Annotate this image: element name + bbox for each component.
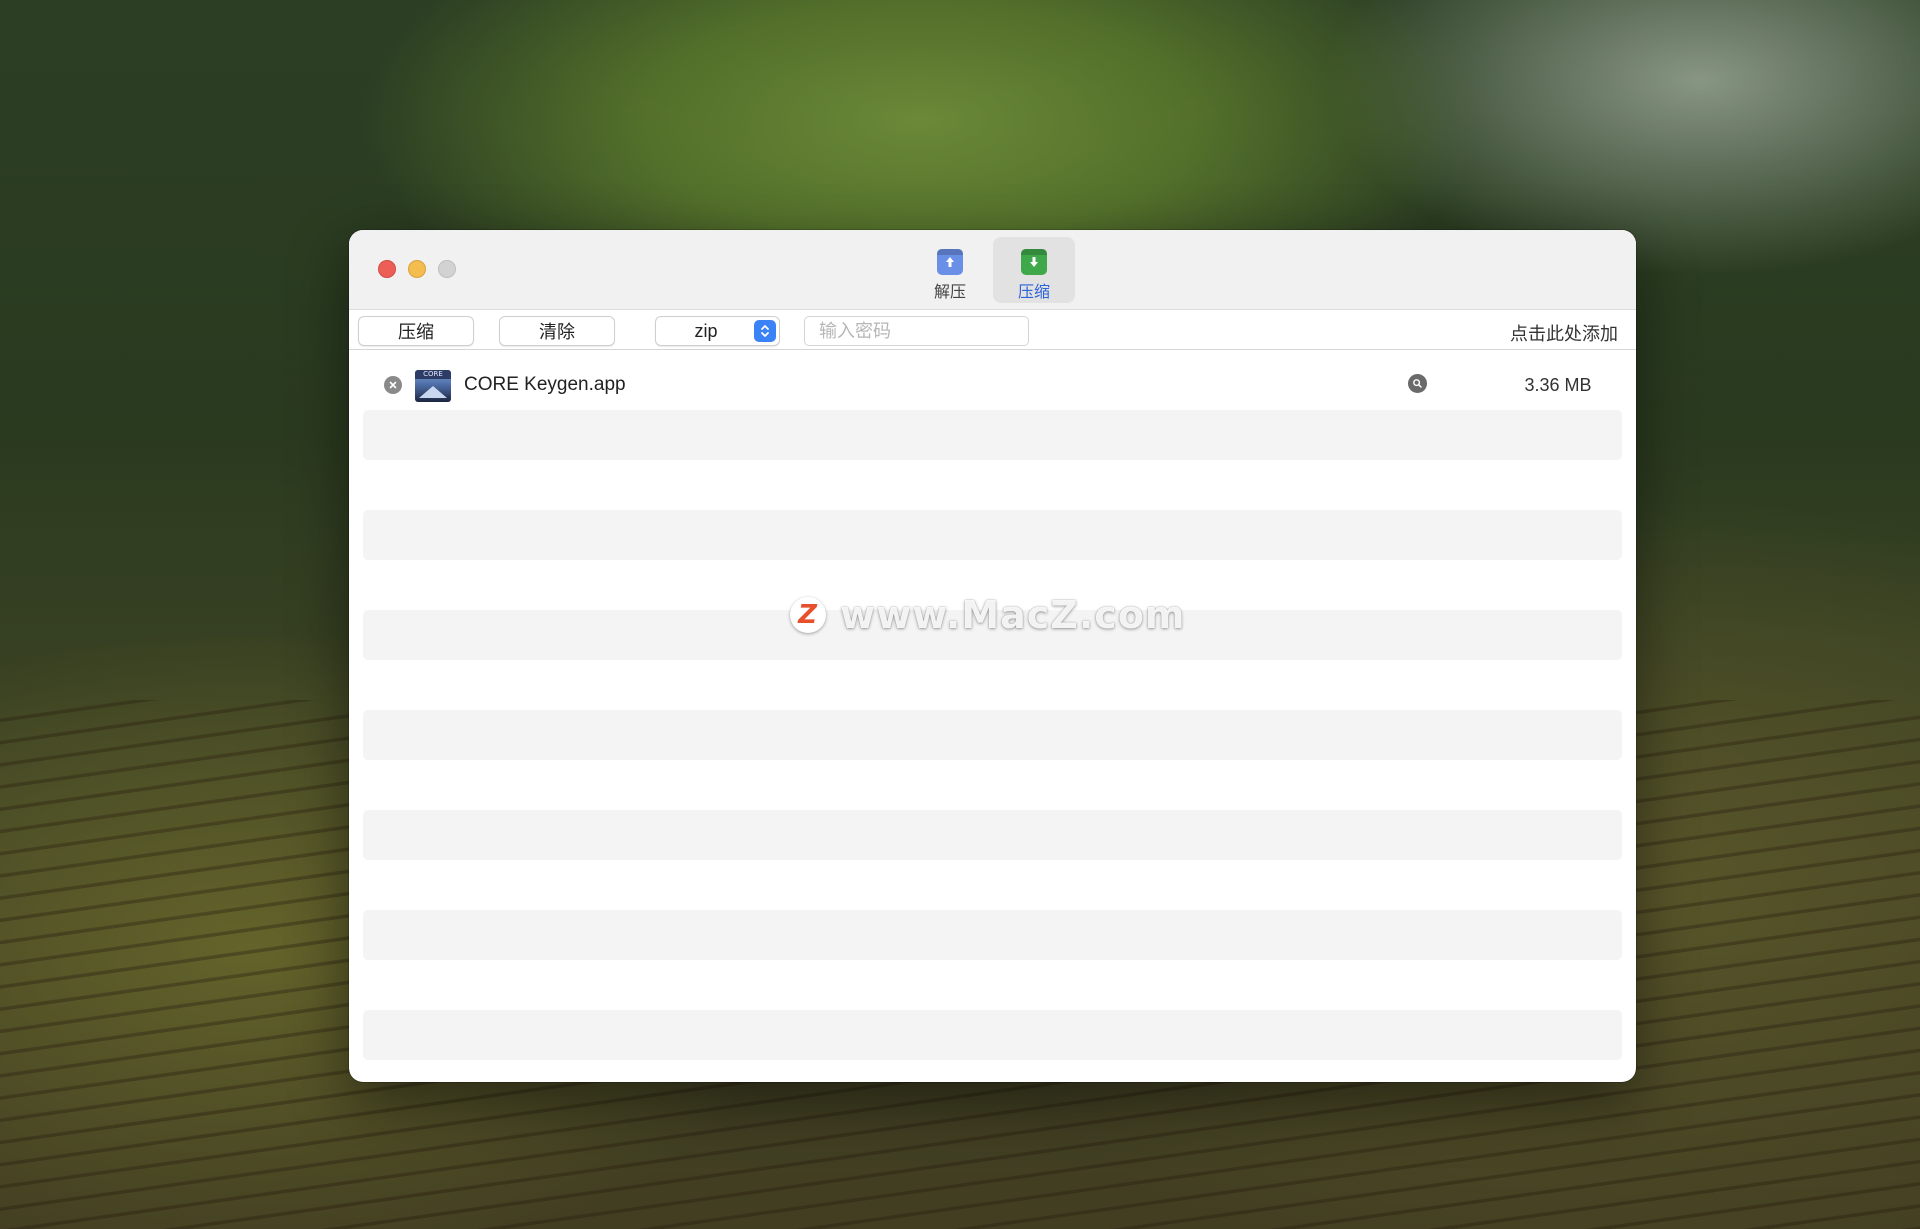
tab-extract[interactable]: 解压 [909,237,991,303]
watermark-logo-icon: Z [790,597,826,633]
empty-row [363,910,1622,960]
file-name: CORE Keygen.app [464,374,626,395]
maximize-window-button[interactable] [438,260,456,278]
format-select[interactable]: zip [655,316,780,346]
app-icon: CORE [415,370,451,402]
empty-row [363,1010,1622,1060]
watermark: Z www.MacZ.com [790,593,1186,637]
extract-icon [937,249,963,275]
empty-row [363,810,1622,860]
password-input[interactable] [804,316,1029,346]
format-value: zip [694,321,718,341]
empty-row [363,510,1622,560]
app-window: 解压 压缩 压缩 清除 zip 点击此处添加 CORE CORE Keygen.… [349,230,1636,1082]
file-size: 3.36 MB [1524,375,1592,395]
add-files-link[interactable]: 点击此处添加 [1510,320,1618,346]
minimize-window-button[interactable] [408,260,426,278]
tab-compress[interactable]: 压缩 [993,237,1075,303]
watermark-text: www.MacZ.com [840,593,1186,637]
compress-icon [1021,249,1047,275]
close-window-button[interactable] [378,260,396,278]
file-row[interactable]: CORE CORE Keygen.app 3.36 MB [363,360,1622,410]
chevron-up-down-icon [754,320,776,342]
empty-row [363,710,1622,760]
magnifier-icon[interactable] [1408,374,1427,393]
remove-icon[interactable] [384,376,402,394]
clear-button[interactable]: 清除 [499,316,615,346]
tab-compress-label: 压缩 [1017,282,1050,301]
titlebar: 解压 压缩 [349,230,1636,310]
toolbar: 压缩 清除 zip 点击此处添加 [349,310,1636,350]
compress-button[interactable]: 压缩 [358,316,474,346]
empty-row [363,410,1622,460]
tab-extract-label: 解压 [933,282,966,301]
